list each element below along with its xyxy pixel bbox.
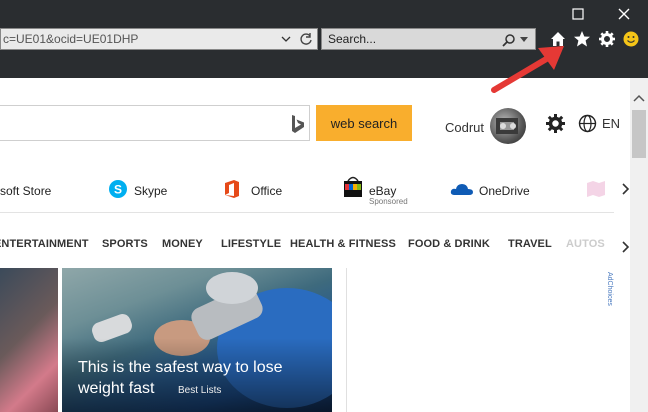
skype-icon[interactable]: S	[108, 179, 128, 199]
chevron-right-icon[interactable]	[622, 183, 630, 195]
category-lifestyle[interactable]: LIFESTYLE	[221, 238, 281, 250]
ad-panel	[346, 268, 614, 412]
link-skype[interactable]: Skype	[134, 184, 167, 198]
globe-icon[interactable]	[578, 114, 597, 133]
search-placeholder: Search...	[328, 32, 377, 46]
ebay-bag-icon[interactable]	[342, 175, 364, 199]
bing-search-input[interactable]	[0, 105, 310, 141]
avatar[interactable]	[490, 108, 526, 144]
quick-links: soft Store S Skype Office eBay Sponsored…	[0, 176, 620, 212]
link-store[interactable]: soft Store	[0, 184, 51, 198]
bing-logo-icon	[292, 115, 304, 133]
category-travel[interactable]: TRAVEL	[508, 238, 552, 250]
address-url: c=UE01&ocid=UE01DHP	[3, 32, 139, 46]
language-selector[interactable]: EN	[602, 116, 620, 131]
scroll-up-icon[interactable]	[633, 94, 645, 102]
svg-text:S: S	[114, 183, 122, 197]
chevron-right-icon[interactable]	[622, 241, 630, 253]
link-ebay[interactable]: eBay	[369, 184, 396, 198]
title-bar	[0, 0, 648, 28]
gear-icon	[599, 31, 615, 47]
category-nav: ENTERTAINMENT SPORTS MONEY LIFESTYLE HEA…	[0, 238, 620, 256]
category-entertainment[interactable]: ENTERTAINMENT	[0, 238, 89, 250]
news-card-image[interactable]	[0, 268, 58, 412]
category-food[interactable]: FOOD & DRINK	[408, 238, 490, 250]
article-source: Best Lists	[178, 385, 222, 396]
close-icon	[618, 8, 630, 20]
tools-button[interactable]	[596, 28, 618, 50]
maximize-icon	[572, 8, 584, 20]
scrollbar-thumb[interactable]	[632, 110, 646, 158]
close-button[interactable]	[601, 0, 647, 28]
profile-photo-icon	[496, 118, 518, 134]
maps-icon[interactable]	[586, 180, 606, 198]
settings-icon[interactable]	[546, 114, 565, 133]
smiley-icon	[623, 31, 639, 47]
office-icon[interactable]	[223, 179, 241, 199]
web-search-button[interactable]: web search	[316, 105, 412, 141]
address-bar[interactable]: c=UE01&ocid=UE01DHP	[0, 28, 318, 50]
link-office[interactable]: Office	[251, 184, 282, 198]
category-money[interactable]: MONEY	[162, 238, 203, 250]
link-onedrive[interactable]: OneDrive	[479, 184, 530, 198]
category-autos[interactable]: AUTOS	[566, 238, 605, 250]
refresh-icon[interactable]	[299, 32, 313, 46]
annotation-arrow	[491, 46, 564, 93]
sponsored-label: Sponsored	[369, 197, 408, 206]
maximize-button[interactable]	[555, 0, 601, 28]
divider	[0, 212, 614, 213]
dropdown-icon[interactable]	[281, 35, 291, 43]
adchoices-label[interactable]: AdChoices	[606, 272, 613, 306]
category-sports[interactable]: SPORTS	[102, 238, 148, 250]
onedrive-icon[interactable]	[450, 182, 474, 196]
user-name[interactable]: Codrut	[445, 120, 484, 135]
feedback-button[interactable]	[620, 28, 642, 50]
category-health[interactable]: HEALTH & FITNESS	[290, 238, 396, 250]
